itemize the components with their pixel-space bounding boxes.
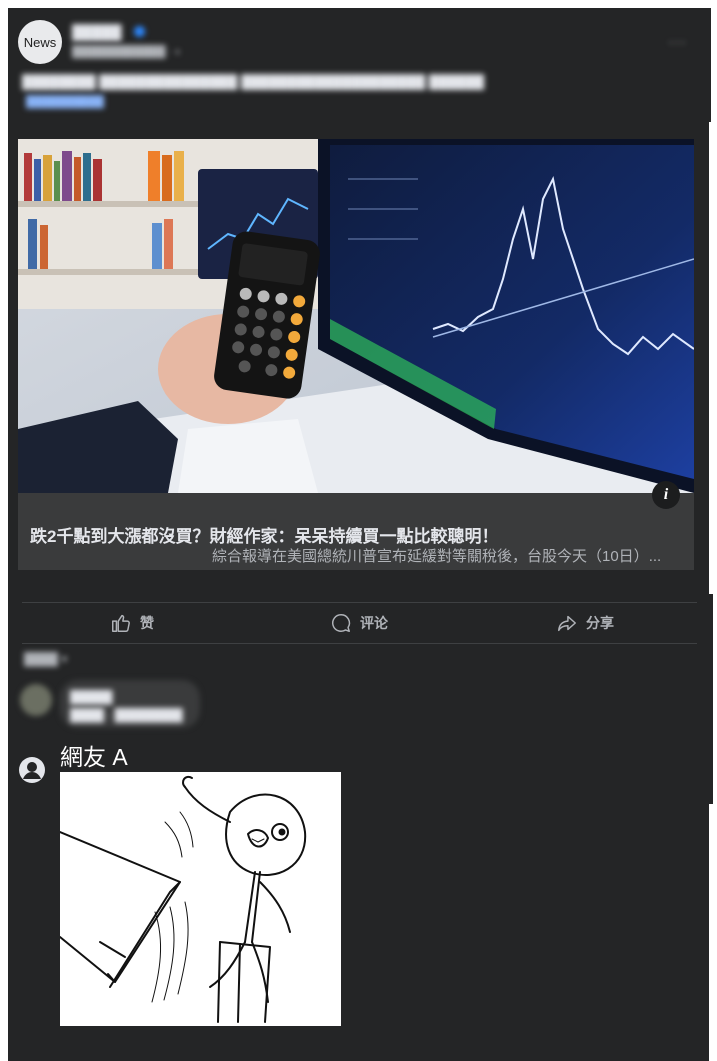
commenter-name-2[interactable]: 網友 A xyxy=(60,738,128,772)
comment-meme-image[interactable] xyxy=(60,772,341,1026)
share-arrow-icon xyxy=(558,615,576,632)
info-icon[interactable]: i xyxy=(652,481,680,509)
article-image[interactable] xyxy=(18,139,694,493)
actions-divider-bottom xyxy=(22,643,697,644)
thumbs-up-icon xyxy=(112,614,130,632)
comment-button[interactable]: 评论 xyxy=(330,610,388,636)
comment-label: 评论 xyxy=(360,615,388,631)
commenter-name[interactable]: █████ xyxy=(70,690,113,704)
commenter-avatar[interactable] xyxy=(20,684,52,716)
post-hashtag[interactable]: ██████████ xyxy=(26,96,104,108)
verified-badge-icon xyxy=(134,26,145,37)
user-avatar-icon[interactable] xyxy=(18,756,46,784)
article-image-illustration xyxy=(18,139,694,493)
share-label: 分享 xyxy=(586,615,614,631)
comment-bubble-icon xyxy=(332,614,351,632)
link-preview-card[interactable] xyxy=(18,139,694,570)
table-flip-sketch xyxy=(60,776,307,1023)
article-snippet: 綜合報導在美國總統川普宣布延緩對等關稅後，台股今天（10日）... xyxy=(212,548,662,565)
like-button[interactable]: 赞 xyxy=(110,610,154,636)
article-headline[interactable]: 跌2千點到大漲都沒買？財經作家：呆呆持續買一點比較聰明！ xyxy=(30,522,498,547)
share-button[interactable]: 分享 xyxy=(556,610,614,636)
page-name[interactable]: █████ xyxy=(72,24,122,40)
post-timestamp[interactable]: ████████████ · ◐ xyxy=(72,46,182,58)
post-text: ████████ ███████████████ ███████████████… xyxy=(22,74,485,89)
like-label: 赞 xyxy=(140,615,154,631)
comment-text: ████ · ████████ xyxy=(70,708,183,722)
comment-sort-dropdown[interactable]: ████ ▾ xyxy=(24,652,67,666)
page-avatar[interactable]: News xyxy=(18,20,62,64)
more-options-icon[interactable]: ··· xyxy=(668,34,687,52)
actions-divider-top xyxy=(22,602,697,603)
